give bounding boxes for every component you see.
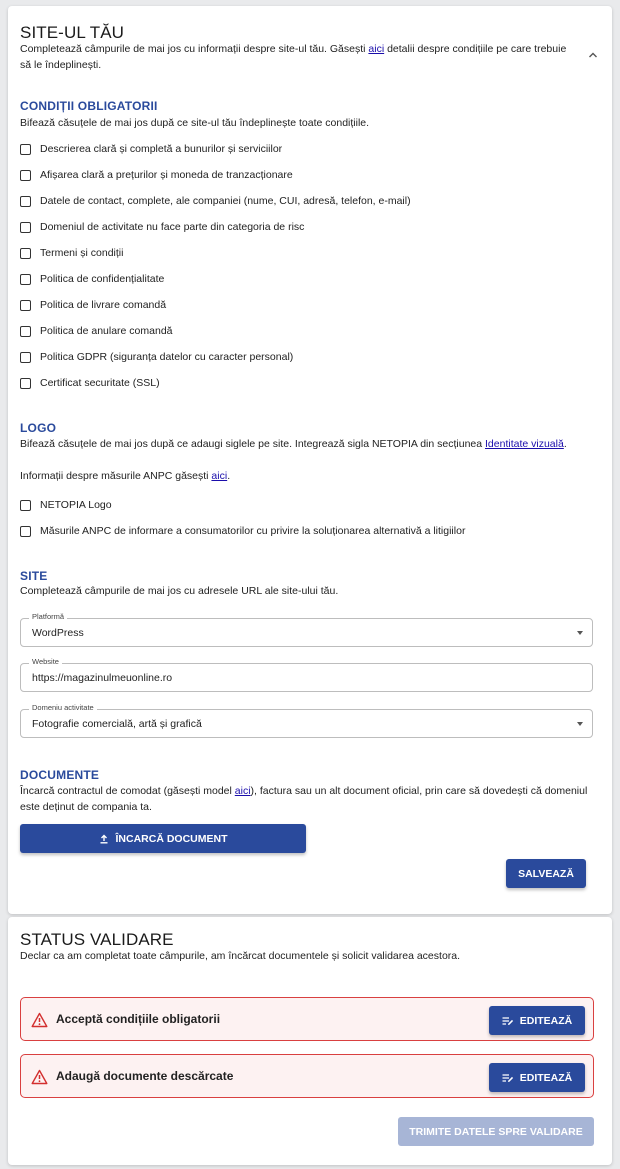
domain-activity-value: Fotografie comercială, artă și grafică	[32, 718, 202, 730]
alert-mandatory-conditions: Acceptă condițiile obligatorii EDITEAZĂ	[20, 997, 594, 1041]
checkbox-label: Datele de contact, complete, ale compani…	[40, 195, 411, 207]
condition-checkbox-privacy[interactable]: Politica de confidențialitate	[20, 272, 164, 286]
checkbox[interactable]	[20, 325, 31, 337]
logo-checkbox-anpc[interactable]: Măsurile ANPC de informare a consumatori…	[20, 524, 465, 538]
upload-label: ÎNCARCĂ DOCUMENT	[115, 832, 228, 845]
site-urls-heading: SITE	[20, 569, 48, 583]
platform-value: WordPress	[32, 627, 84, 639]
alert-documents: Adaugă documente descărcate EDITEAZĂ	[20, 1054, 594, 1098]
website-label: Website	[29, 657, 62, 666]
edit-list-icon	[502, 1016, 514, 1026]
checkbox[interactable]	[20, 299, 31, 311]
site-intro-link[interactable]: aici	[368, 43, 384, 55]
checkbox[interactable]	[20, 221, 31, 233]
edit-documents-button[interactable]: EDITEAZĂ	[489, 1063, 585, 1092]
condition-checkbox-description[interactable]: Descrierea clară și completă a bunurilor…	[20, 142, 282, 156]
platform-select[interactable]: Platformă WordPress	[20, 612, 593, 647]
condition-checkbox-terms[interactable]: Termeni și condiții	[20, 246, 123, 260]
condition-checkbox-ssl[interactable]: Certificat securitate (SSL)	[20, 376, 160, 390]
conditions-description: Bifează căsuțele de mai jos după ce site…	[20, 117, 370, 129]
condition-checkbox-delivery[interactable]: Politica de livrare comandă	[20, 298, 166, 312]
checkbox-label: Politica de livrare comandă	[40, 299, 167, 311]
website-value: https://magazinulmeuonline.ro	[32, 672, 173, 684]
checkbox-label: Descrierea clară și completă a bunurilor…	[40, 143, 283, 155]
domain-activity-select[interactable]: Domeniu activitate Fotografie comercială…	[20, 703, 593, 738]
logo-desc-end: .	[563, 438, 567, 450]
website-input[interactable]: Website https://magazinulmeuonline.ro	[20, 657, 593, 692]
edit-list-icon	[502, 1073, 514, 1083]
site-card: SITE-UL TĂU Completează câmpurile de mai…	[8, 6, 612, 914]
anpc-link[interactable]: aici	[211, 470, 227, 482]
checkbox[interactable]	[20, 195, 31, 207]
checkbox[interactable]	[20, 247, 31, 259]
documents-desc-text: Încarcă contractul de comodat (găsești m…	[20, 785, 235, 797]
logo-desc-text: Bifează căsuțele de mai jos după ce adau…	[20, 438, 486, 450]
logo-description: Bifează căsuțele de mai jos după ce adau…	[20, 436, 580, 452]
condition-checkbox-contact[interactable]: Datele de contact, complete, ale compani…	[20, 194, 411, 208]
condition-checkbox-risk[interactable]: Domeniul de activitate nu face parte din…	[20, 220, 304, 234]
submit-validation-button[interactable]: TRIMITE DATELE SPRE VALIDARE	[398, 1117, 594, 1146]
checkbox-label: Politica de anulare comandă	[40, 325, 173, 337]
edit-label: EDITEAZĂ	[519, 1071, 573, 1084]
checkbox-label: Certificat securitate (SSL)	[40, 377, 160, 389]
upload-document-button[interactable]: ÎNCARCĂ DOCUMENT	[20, 824, 306, 853]
site-intro-text: Completează câmpurile de mai jos cu info…	[20, 43, 369, 55]
checkbox-label: Afișarea clară a prețurilor și moneda de…	[40, 169, 293, 181]
alert-text: Adaugă documente descărcate	[56, 1069, 234, 1083]
platform-label: Platformă	[29, 612, 68, 621]
domain-activity-label: Domeniu activitate	[29, 703, 97, 712]
condition-checkbox-cancel[interactable]: Politica de anulare comandă	[20, 324, 173, 338]
checkbox[interactable]	[20, 273, 31, 285]
checkbox-label: Măsurile ANPC de informare a consumatori…	[40, 525, 466, 537]
checkbox[interactable]	[20, 525, 31, 537]
checkbox-label: Domeniul de activitate nu face parte din…	[40, 221, 305, 233]
status-description: Declar ca am completat toate câmpurile, …	[20, 950, 461, 962]
edit-conditions-button[interactable]: EDITEAZĂ	[489, 1006, 585, 1035]
warning-icon	[31, 1012, 48, 1033]
warning-icon	[31, 1069, 48, 1090]
anpc-info-text: Informații despre măsurile ANPC găsești	[20, 470, 212, 482]
anpc-info: Informații despre măsurile ANPC găsești …	[20, 468, 230, 484]
anpc-info-end: .	[227, 470, 231, 482]
logo-heading: LOGO	[20, 421, 57, 435]
documents-description: Încarcă contractul de comodat (găsești m…	[20, 783, 592, 815]
conditions-heading: CONDIȚII OBLIGATORII	[20, 99, 158, 113]
checkbox-label: Politica GDPR (siguranța datelor cu cara…	[40, 351, 294, 363]
checkbox[interactable]	[20, 143, 31, 155]
checkbox[interactable]	[20, 499, 31, 511]
site-intro: Completează câmpurile de mai jos cu info…	[20, 41, 580, 73]
status-title: STATUS VALIDARE	[20, 930, 174, 949]
site-title: SITE-UL TĂU	[20, 23, 125, 42]
dropdown-caret-icon	[577, 631, 583, 635]
edit-label: EDITEAZĂ	[519, 1014, 573, 1027]
visual-identity-link[interactable]: Identitate vizuală	[485, 438, 564, 450]
checkbox-label: Politica de confidențialitate	[40, 273, 165, 285]
checkbox[interactable]	[20, 169, 31, 181]
alert-text: Acceptă condițiile obligatorii	[56, 1012, 221, 1026]
logo-checkbox-netopia[interactable]: NETOPIA Logo	[20, 498, 112, 512]
validation-status-card: STATUS VALIDARE Declar ca am completat t…	[8, 917, 612, 1165]
checkbox[interactable]	[20, 377, 31, 389]
checkbox-label: NETOPIA Logo	[40, 499, 112, 511]
condition-checkbox-gdpr[interactable]: Politica GDPR (siguranța datelor cu cara…	[20, 350, 293, 364]
documents-heading: DOCUMENTE	[20, 768, 100, 782]
save-button[interactable]: SALVEAZĂ	[506, 859, 586, 888]
contract-model-link[interactable]: aici	[235, 785, 251, 797]
checkbox-label: Termeni și condiții	[40, 247, 124, 259]
site-urls-description: Completează câmpurile de mai jos cu adre…	[20, 585, 339, 597]
checkbox[interactable]	[20, 351, 31, 363]
chevron-up-icon[interactable]	[588, 46, 598, 64]
dropdown-caret-icon	[577, 722, 583, 726]
condition-checkbox-prices[interactable]: Afișarea clară a prețurilor și moneda de…	[20, 168, 293, 182]
upload-icon	[99, 834, 109, 844]
